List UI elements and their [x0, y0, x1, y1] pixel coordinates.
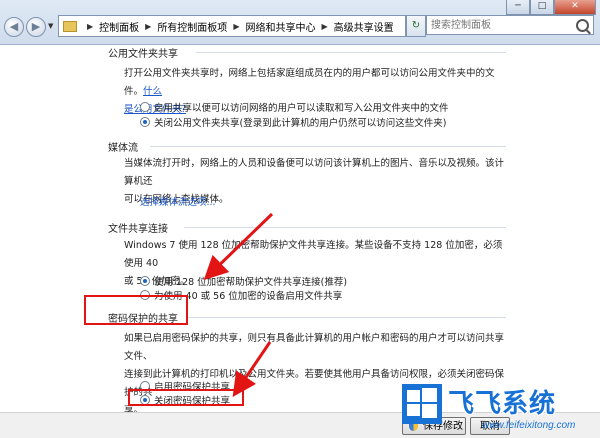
windows-logo-icon [402, 384, 442, 424]
annotation-arrows [203, 212, 274, 397]
annotation-arrow-up [203, 212, 274, 281]
watermark-brand: 飞飞系统 [448, 389, 557, 419]
annotation-arrow-down [232, 341, 272, 397]
watermark-url: www.feifeixitong.com [482, 420, 576, 431]
watermark: 飞飞系统 www.feifeixitong.com [402, 380, 600, 437]
